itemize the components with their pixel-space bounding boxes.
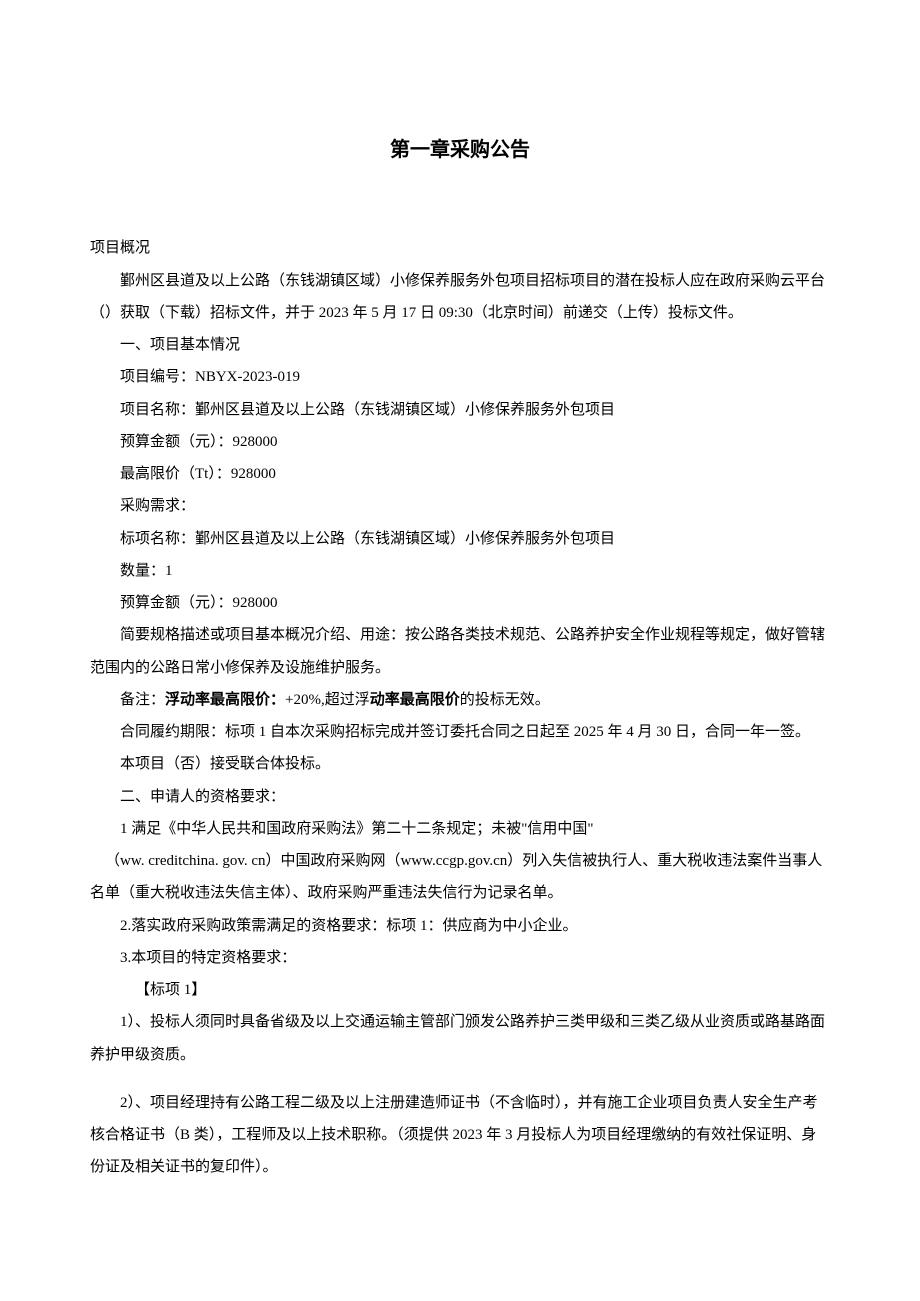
- section-1-title: 一、项目基本情况: [90, 329, 830, 361]
- note-suffix: 的投标无效。: [460, 692, 550, 708]
- overview-heading: 项目概况: [90, 232, 830, 264]
- note-bold-2: 动率最高限价: [370, 692, 460, 708]
- procurement-requirements-label: 采购需求：: [90, 490, 830, 522]
- section-2-title: 二、申请人的资格要求：: [90, 781, 830, 813]
- budget-amount: 预算金额（元）：928000: [90, 426, 830, 458]
- note-prefix: 备注：: [120, 692, 165, 708]
- specific-requirement-1: 1）、投标人须同时具备省级及以上交通运输主管部门颁发公路养护三类甲级和三类乙级从…: [90, 1006, 830, 1071]
- max-price: 最高限价（Tt）：928000: [90, 458, 830, 490]
- note-mid: +20%,超过浮: [285, 692, 370, 708]
- intro-paragraph: 鄞州区县道及以上公路（东钱湖镇区域）小修保养服务外包项目招标项目的潜在投标人应在…: [90, 265, 830, 330]
- paragraph-gap: [90, 1071, 830, 1087]
- requirement-3: 3.本项目的特定资格要求：: [90, 942, 830, 974]
- specific-requirement-2: 2）、项目经理持有公路工程二级及以上注册建造师证书（不含临时），并有施工企业项目…: [90, 1087, 830, 1184]
- chapter-title: 第一章采购公告: [90, 133, 830, 162]
- lot-name: 标项名称：鄞州区县道及以上公路（东钱湖镇区域）小修保养服务外包项目: [90, 523, 830, 555]
- note-line: 备注：浮动率最高限价：+20%,超过浮动率最高限价的投标无效。: [90, 684, 830, 716]
- consortium-line: 本项目（否）接受联合体投标。: [90, 748, 830, 780]
- lot-budget: 预算金额（元）：928000: [90, 587, 830, 619]
- project-name: 项目名称：鄞州区县道及以上公路（东钱湖镇区域）小修保养服务外包项目: [90, 394, 830, 426]
- requirement-1-line-1: 1 满足《中华人民共和国政府采购法》第二十二条规定；未被"信用中国": [90, 813, 830, 845]
- contract-period: 合同履约期限：标项 1 自本次采购招标完成并签订委托合同之日起至 2025 年 …: [90, 716, 830, 748]
- project-number: 项目编号：NBYX-2023-019: [90, 361, 830, 393]
- note-bold-1: 浮动率最高限价：: [165, 692, 285, 708]
- document-page: 第一章采购公告 项目概况 鄞州区县道及以上公路（东钱湖镇区域）小修保养服务外包项…: [0, 0, 920, 1301]
- requirement-1-line-2: （ww. creditchina. gov. cn）中国政府采购网（www.cc…: [90, 845, 830, 910]
- lot-1-label: 【标项 1】: [90, 974, 830, 1006]
- quantity: 数量：1: [90, 555, 830, 587]
- brief-description: 简要规格描述或项目基本概况介绍、用途：按公路各类技术规范、公路养护安全作业规程等…: [90, 619, 830, 684]
- requirement-2: 2.落实政府采购政策需满足的资格要求：标项 1：供应商为中小企业。: [90, 910, 830, 942]
